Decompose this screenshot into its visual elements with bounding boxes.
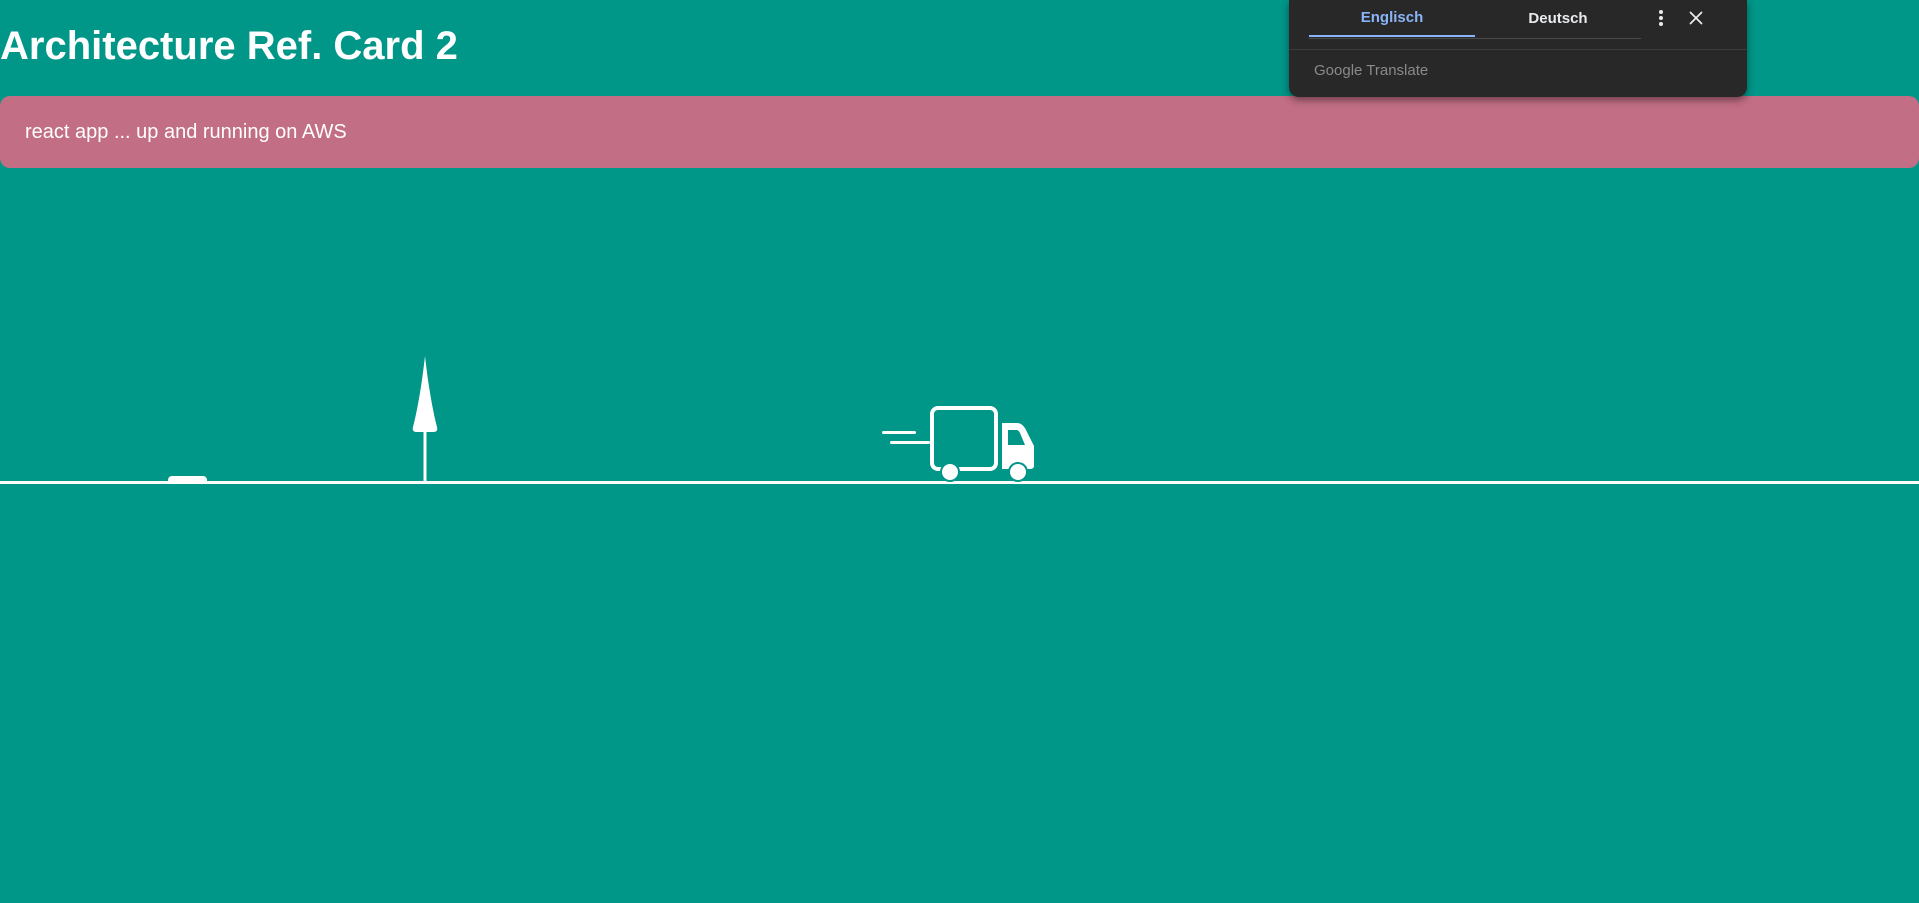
- popup-divider: [1289, 49, 1747, 50]
- animation-scene: [0, 0, 1919, 903]
- tree-icon: [412, 356, 438, 482]
- powered-by-google-translate: Google Translate: [1314, 62, 1429, 79]
- more-vert-icon: [1659, 10, 1663, 26]
- delivery-truck-icon: [882, 406, 1034, 482]
- tab-target-language[interactable]: Deutsch: [1475, 0, 1641, 37]
- google-translate-popup: Englisch Deutsch Google Translate: [1289, 0, 1747, 97]
- close-icon: [1689, 11, 1703, 25]
- language-tabs: Englisch Deutsch: [1309, 0, 1641, 39]
- ground-bump: [168, 476, 207, 482]
- more-options-button[interactable]: [1649, 6, 1673, 30]
- tab-source-language[interactable]: Englisch: [1309, 0, 1475, 37]
- close-button[interactable]: [1684, 6, 1708, 30]
